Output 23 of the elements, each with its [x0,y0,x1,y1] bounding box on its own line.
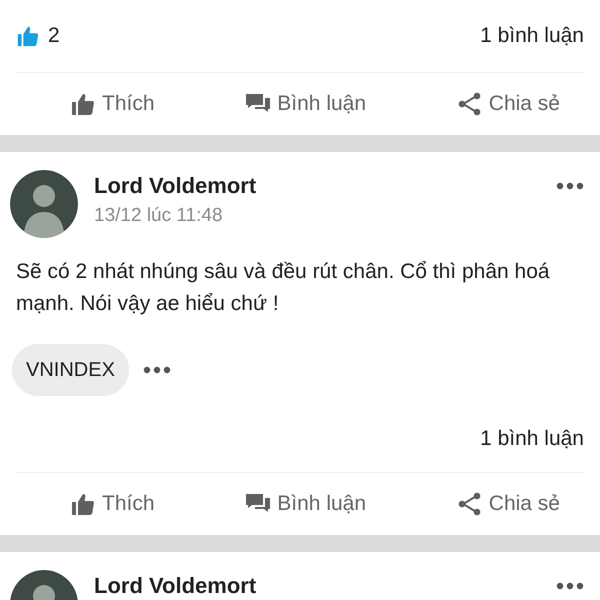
thumbs-up-icon [70,91,96,117]
share-button[interactable]: Chia sẻ [456,488,560,520]
comment-button[interactable]: Bình luận [245,88,366,120]
author-name[interactable]: Lord Voldemort [94,574,540,598]
share-icon [456,491,483,517]
more-icon [556,582,584,590]
share-icon [456,91,483,117]
author-name[interactable]: Lord Voldemort [94,174,540,198]
comment-count[interactable]: 1 bình luận [480,423,584,455]
more-icon [142,366,171,374]
post-text: Sẽ có 2 nhát nhúng sâu và đều rút chân. Cổ thì phân hoá mạnh. Nói vậy ae hiểu chứ ! [15,259,551,317]
share-button[interactable]: Chia sẻ [456,88,560,120]
comment-count[interactable]: 1 bình luận [480,20,584,52]
like-button[interactable]: Thích [70,488,155,520]
tag-chip[interactable]: VNINDEX [12,344,129,396]
thumbs-up-icon [16,24,40,48]
like-button[interactable]: Thích [70,88,155,120]
comment-button[interactable]: Bình luận [245,488,366,520]
like-count: 2 [48,23,60,50]
thumbs-up-icon [70,491,96,517]
post-time: 13/12 lúc 11:48 [94,204,224,228]
avatar-icon [10,170,78,238]
more-icon [556,182,584,190]
